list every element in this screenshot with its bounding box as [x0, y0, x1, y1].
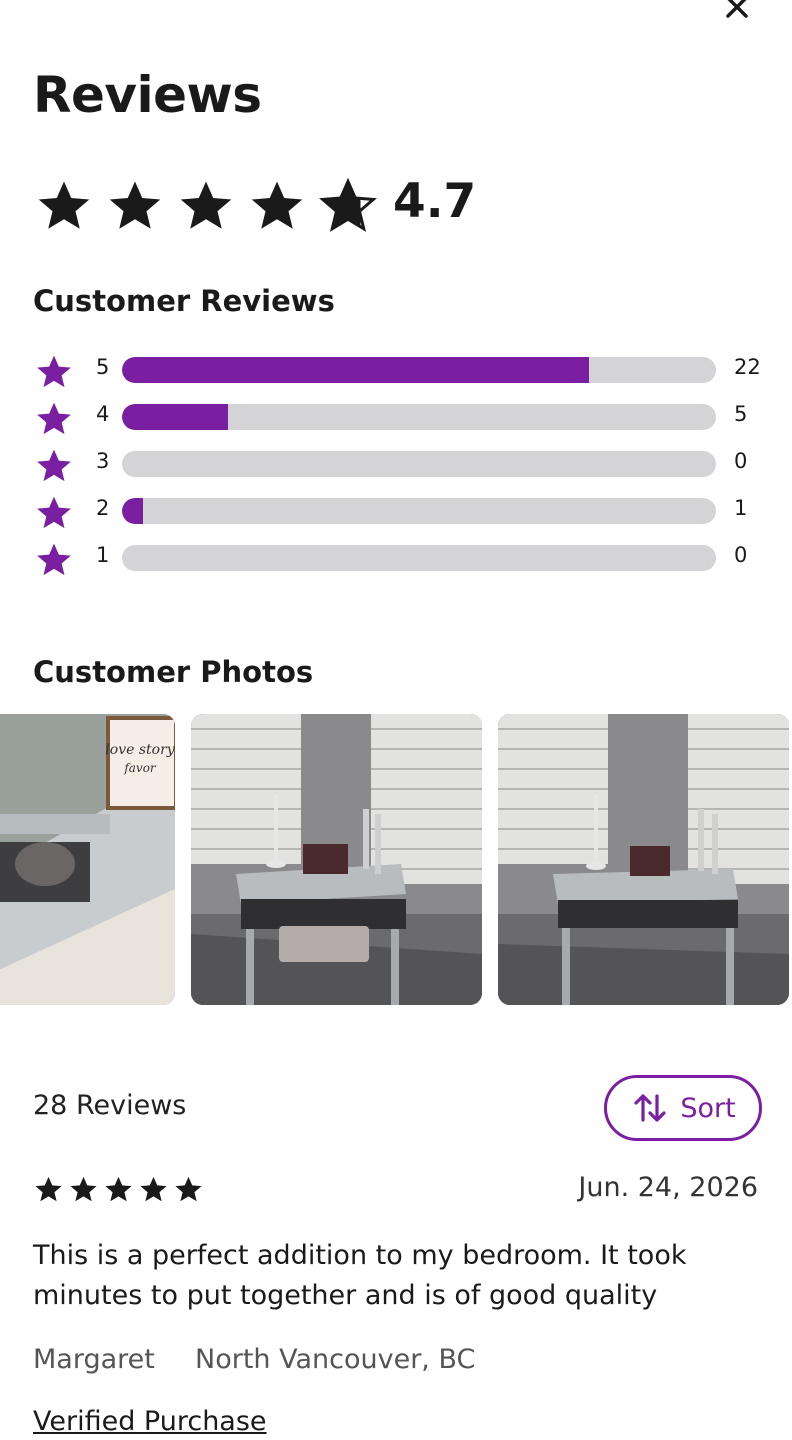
star-icon: [35, 1176, 62, 1202]
histogram-star-label: 3: [96, 449, 110, 473]
histogram-row-2[interactable]: 21: [34, 493, 774, 529]
star-icon: [37, 543, 71, 576]
star-icon: [140, 1176, 167, 1202]
star-icon: [105, 1176, 132, 1202]
customer-photos-title: Customer Photos: [33, 655, 314, 689]
histogram-count: 0: [734, 449, 748, 473]
close-button[interactable]: [722, 0, 752, 22]
review-location: North Vancouver, BC: [195, 1344, 476, 1375]
histogram-row-5[interactable]: 5 22: [34, 352, 774, 388]
histogram-bar-track: [122, 404, 716, 430]
customer-reviews-title: Customer Reviews: [33, 284, 335, 318]
histogram-star-label: 2: [96, 496, 110, 520]
review-text: This is a perfect addition to my bedroom…: [33, 1240, 687, 1311]
star-icon: [251, 181, 303, 229]
review-author: Margaret: [33, 1344, 155, 1375]
histogram-row-3[interactable]: 30: [34, 446, 774, 482]
verified-purchase-link[interactable]: Verified Purchase: [33, 1406, 267, 1437]
histogram-row-4[interactable]: 45: [34, 399, 774, 435]
page-title: Reviews: [33, 66, 262, 124]
histogram-bar-track: [122, 451, 716, 477]
overall-rating: 4.7: [34, 173, 477, 236]
histogram-count: 22: [734, 355, 761, 379]
histogram-bar-fill: [122, 404, 229, 430]
histogram-star-label: 5: [96, 355, 110, 379]
review-count: 28 Reviews: [33, 1090, 187, 1121]
star-icon: [37, 402, 71, 435]
close-icon: [726, 0, 748, 18]
customer-photo-3[interactable]: [498, 714, 789, 1005]
histogram-bar-fill: [122, 498, 144, 524]
histogram-bar-track: [122, 357, 716, 383]
svg-text:love story: love story: [105, 742, 175, 758]
star-icon: [38, 181, 90, 229]
star-icon: [180, 181, 232, 229]
star-icon: [37, 449, 71, 482]
histogram-bar-track: [122, 498, 716, 524]
histogram-row-1[interactable]: 10: [34, 540, 774, 576]
customer-photo-1[interactable]: love story favor: [0, 714, 175, 1005]
star-icon: [70, 1176, 97, 1202]
star-icon: [37, 355, 71, 388]
star-icon: [37, 496, 71, 529]
svg-text:favor: favor: [123, 761, 157, 775]
histogram-count: 5: [734, 402, 748, 426]
sort-arrows-icon: [634, 1094, 666, 1122]
sort-button[interactable]: Sort: [604, 1075, 762, 1141]
review-date: Jun. 24, 2026: [578, 1172, 758, 1203]
customer-photo-2[interactable]: [191, 714, 482, 1005]
star-icon: [175, 1176, 202, 1202]
histogram-bar-track: [122, 545, 716, 571]
histogram-bar-fill: [122, 357, 589, 383]
sort-label: Sort: [680, 1092, 736, 1124]
histogram-star-label: 4: [96, 402, 110, 426]
review-stars: [33, 1174, 208, 1205]
histogram-star-label: 1: [96, 543, 110, 567]
histogram-count: 1: [734, 496, 748, 520]
histogram-count: 0: [734, 543, 748, 567]
star-partial-icon: [319, 177, 377, 232]
star-icon: [109, 181, 161, 229]
overall-score: 4.7: [393, 173, 477, 229]
